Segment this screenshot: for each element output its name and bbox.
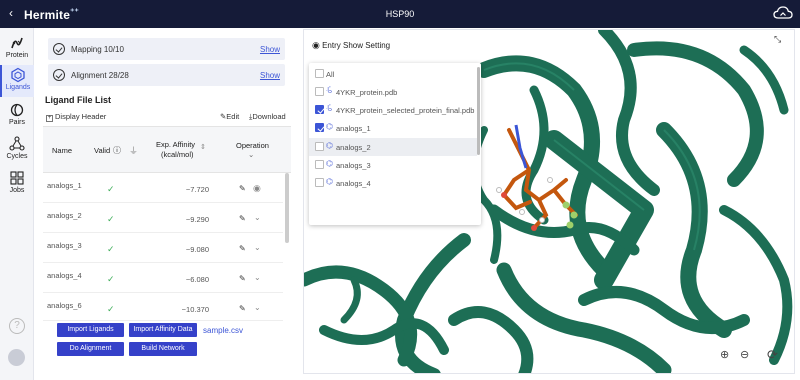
col-operation: Operation bbox=[236, 141, 269, 150]
display-header-toggle[interactable]: + Display Header bbox=[46, 112, 106, 122]
checkbox[interactable] bbox=[315, 178, 324, 187]
chevron-down-icon[interactable]: ⌄ bbox=[254, 303, 261, 312]
table-scrollbar[interactable] bbox=[285, 173, 289, 243]
ligand-panel: Mapping 10/10 Show Alignment 28/28 Show … bbox=[35, 28, 300, 373]
download-button[interactable]: ⤓Download bbox=[249, 112, 286, 122]
alignment-show-link[interactable]: Show bbox=[260, 71, 280, 80]
edit-icon[interactable]: ✎ bbox=[239, 244, 246, 253]
checkbox[interactable] bbox=[315, 160, 324, 169]
checkbox[interactable] bbox=[315, 105, 324, 114]
entry-item[interactable]: ⌬ analogs_1 bbox=[309, 119, 477, 137]
valid-check-icon: ✓ bbox=[107, 274, 115, 284]
cloud-icon[interactable] bbox=[773, 5, 793, 21]
entry-dropdown: All ᢹ 4YKR_protein.pdb ᢹ 4YKR_protein_se… bbox=[309, 63, 481, 225]
entry-item[interactable]: ᢹ 4YKR_protein_selected_protein_final.pd… bbox=[309, 101, 477, 119]
table-row[interactable]: analogs_6 ✓ −10.370 ✎ ⌄ bbox=[43, 295, 283, 321]
nav-jobs[interactable]: Jobs bbox=[0, 168, 34, 200]
nav-ligands[interactable]: Ligands bbox=[0, 65, 34, 97]
mapping-label: Mapping 10/10 bbox=[71, 45, 124, 54]
edit-icon[interactable]: ✎ bbox=[239, 304, 246, 313]
sample-csv-link[interactable]: sample.csv bbox=[203, 326, 243, 335]
ligand-icon: ⌬ bbox=[326, 141, 333, 150]
entry-item[interactable]: ᢹ 4YKR_protein.pdb bbox=[309, 83, 477, 101]
filter-icon[interactable]: ⏚ bbox=[129, 144, 138, 157]
protein-icon bbox=[11, 37, 23, 49]
valid-check-icon: ✓ bbox=[107, 214, 115, 224]
chevron-down-icon[interactable]: ⌄ bbox=[248, 150, 254, 159]
pairs-icon bbox=[10, 103, 24, 117]
chevron-down-icon[interactable]: ⌄ bbox=[254, 243, 261, 252]
table-header: Name Valid ⓘ ⏚ Exp. Affinity (kcal/mol) … bbox=[43, 127, 291, 173]
ligand-table: Name Valid ⓘ ⏚ Exp. Affinity (kcal/mol) … bbox=[43, 126, 291, 344]
checkbox[interactable] bbox=[315, 87, 324, 96]
eye-icon[interactable]: ◉ bbox=[253, 183, 261, 194]
valid-check-icon: ✓ bbox=[107, 184, 115, 194]
top-bar: ‹ Hermite⁺⁺ HSP90 bbox=[0, 0, 800, 28]
project-title: HSP90 bbox=[385, 9, 415, 19]
edit-button[interactable]: ✎Edit bbox=[220, 112, 239, 121]
checkbox[interactable] bbox=[315, 142, 324, 151]
checkbox[interactable] bbox=[315, 69, 324, 78]
zoom-in-icon[interactable]: ⊕ bbox=[720, 348, 729, 361]
valid-check-icon: ✓ bbox=[107, 304, 115, 314]
chevron-down-icon[interactable]: ⌄ bbox=[254, 273, 261, 282]
dropdown-scrollbar[interactable] bbox=[477, 67, 480, 155]
plus-square-icon: + bbox=[46, 115, 53, 122]
cycles-icon bbox=[9, 136, 25, 151]
do-alignment-button[interactable]: Do Alignment bbox=[57, 342, 124, 356]
valid-check-icon: ✓ bbox=[107, 244, 115, 254]
info-icon[interactable]: ⓘ bbox=[113, 145, 121, 156]
eye-icon: ◉ bbox=[312, 40, 320, 50]
entry-item[interactable]: ⌬ analogs_3 bbox=[309, 156, 477, 174]
table-row[interactable]: analogs_1 ✓ −7.720 ✎ ◉ bbox=[43, 175, 283, 203]
alignment-status: Alignment 28/28 Show bbox=[48, 64, 285, 86]
check-circle-icon bbox=[53, 69, 65, 81]
structure-viewer[interactable]: ◉ Entry Show Setting All ᢹ 4YKR_protein.… bbox=[303, 29, 795, 374]
zoom-out-icon[interactable]: ⊖ bbox=[740, 348, 749, 361]
mapping-status: Mapping 10/10 Show bbox=[48, 38, 285, 60]
jobs-icon bbox=[10, 171, 24, 185]
edit-icon[interactable]: ✎ bbox=[239, 184, 246, 193]
entry-item[interactable]: ⌬ analogs_2 bbox=[309, 138, 477, 156]
reset-view-icon[interactable]: ⟳ bbox=[767, 347, 778, 363]
build-network-button[interactable]: Build Network bbox=[129, 342, 197, 356]
col-name: Name bbox=[52, 146, 73, 155]
nav-pairs[interactable]: Pairs bbox=[0, 100, 34, 132]
entry-show-setting[interactable]: ◉ Entry Show Setting bbox=[312, 40, 390, 51]
import-affinity-button[interactable]: Import Affinity Data bbox=[129, 323, 197, 337]
alignment-label: Alignment 28/28 bbox=[71, 71, 129, 80]
ligand-icon: ⌬ bbox=[326, 122, 333, 131]
nav-cycles[interactable]: Cycles bbox=[0, 134, 34, 166]
col-valid: Valid bbox=[94, 146, 111, 155]
help-icon[interactable]: ? bbox=[9, 318, 25, 334]
import-ligands-button[interactable]: Import Ligands bbox=[57, 323, 124, 337]
table-row[interactable]: analogs_2 ✓ −9.290 ✎ ⌄ bbox=[43, 205, 283, 233]
left-nav: Protein Ligands Pairs Cycles Jobs ? bbox=[0, 28, 34, 380]
edit-icon[interactable]: ✎ bbox=[239, 274, 246, 283]
ligands-icon bbox=[11, 67, 25, 83]
table-row[interactable]: analogs_3 ✓ −9.080 ✎ ⌄ bbox=[43, 235, 283, 263]
protein-icon: ᢹ bbox=[326, 86, 333, 95]
nav-protein[interactable]: Protein bbox=[0, 33, 34, 65]
col-affinity-unit: (kcal/mol) bbox=[161, 150, 194, 159]
ligand-icon: ⌬ bbox=[326, 159, 333, 168]
chevron-down-icon[interactable]: ⌄ bbox=[254, 213, 261, 222]
avatar[interactable] bbox=[8, 349, 25, 366]
entry-item-all[interactable]: All bbox=[309, 65, 477, 83]
sort-icon[interactable]: ⇕ bbox=[200, 143, 206, 151]
col-affinity: Exp. Affinity bbox=[156, 140, 196, 149]
check-circle-icon bbox=[53, 43, 65, 55]
mapping-show-link[interactable]: Show bbox=[260, 45, 280, 54]
section-title: Ligand File List bbox=[45, 95, 112, 105]
edit-icon[interactable]: ✎ bbox=[239, 214, 246, 223]
ligand-icon: ⌬ bbox=[326, 177, 333, 186]
protein-icon: ᢹ bbox=[326, 104, 333, 113]
entry-item[interactable]: ⌬ analogs_4 bbox=[309, 174, 477, 192]
fullscreen-icon[interactable]: ⤡ bbox=[774, 34, 781, 45]
table-row[interactable]: analogs_4 ✓ −6.080 ✎ ⌄ bbox=[43, 265, 283, 293]
checkbox[interactable] bbox=[315, 123, 324, 132]
